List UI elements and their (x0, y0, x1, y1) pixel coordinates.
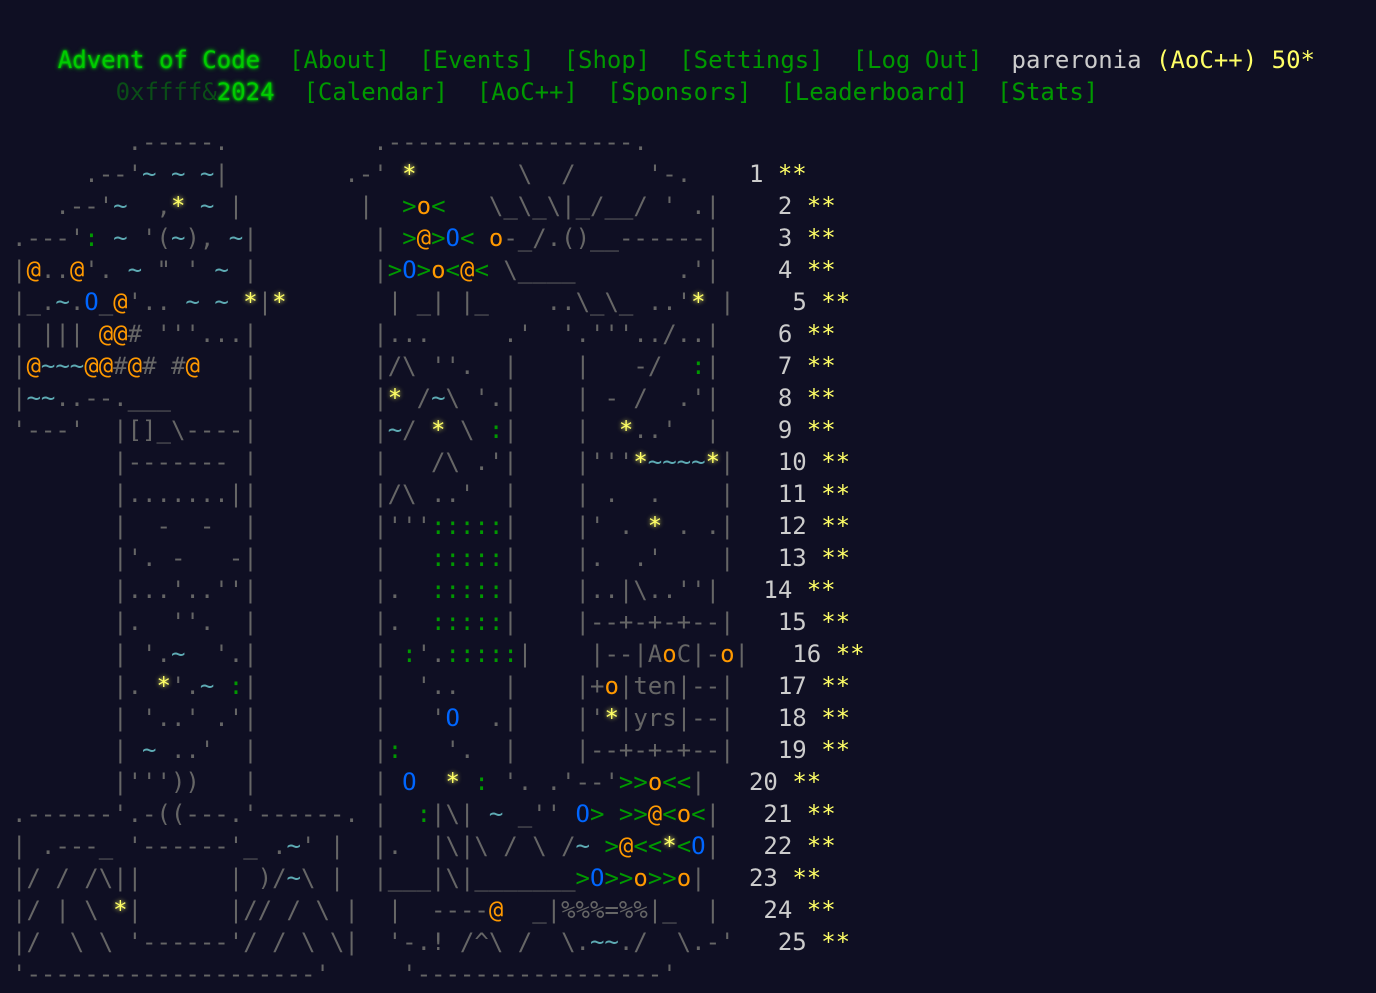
day-stars: ** (806, 576, 836, 604)
day-stars: ** (806, 320, 836, 348)
day-number: 5 (777, 288, 822, 316)
day-stars: ** (835, 640, 865, 668)
calendar-day-13[interactable]: |'. - -| | :::::| |. .' | 13 ** (12, 542, 865, 574)
calendar-day-8[interactable]: |~~..--.___ | |* /~\ '.| | - / .'| 8 ** (12, 382, 865, 414)
calendar-day-3[interactable]: .---': ~ '(~), ~| | >@>O< o-_/.()__-----… (12, 222, 865, 254)
day-number: 10 (777, 448, 822, 476)
day-stars: ** (806, 224, 836, 252)
day-number: 22 (763, 832, 807, 860)
calendar-day-24[interactable]: |/ | \ *| |// / \ | | ----@ _|%%%=%%|_ |… (12, 894, 865, 926)
day-number: 6 (763, 320, 807, 348)
calendar-day-15[interactable]: |. ''. | |. :::::| |--+-+-+--| 15 ** (12, 606, 865, 638)
day-stars: ** (821, 480, 851, 508)
calendar-day-17[interactable]: |. *'.~ :| | '.. | |+o|ten|--| 17 ** (12, 670, 865, 702)
calendar-day-19[interactable]: | ~ ..' | |: '. | |--+-+-+--| 19 ** (12, 734, 865, 766)
day-stars: ** (777, 160, 807, 188)
calendar-day-23[interactable]: |/ / /\|| | )/~\ | |___|\|_______>O>>o>>… (12, 862, 865, 894)
day-number: 8 (763, 384, 807, 412)
calendar-day-10[interactable]: |------- | | /\ .'| |'''*~~~~*| 10 ** (12, 446, 865, 478)
day-number: 23 (748, 864, 793, 892)
aocpp-badge: (AoC++) (1156, 46, 1258, 74)
calendar-day-2[interactable]: .--'~ ,* ~ | | >o< \_\_\|_/__/ ' .| 2 ** (12, 190, 865, 222)
day-stars: ** (806, 800, 836, 828)
day-number: 7 (763, 352, 807, 380)
day-number: 1 (734, 160, 778, 188)
day-number: 16 (792, 640, 836, 668)
day-stars: ** (806, 384, 836, 412)
day-stars: ** (806, 256, 836, 284)
calendar-day-18[interactable]: | '..' .'| | 'O .| |'*|yrs|--| 18 ** (12, 702, 865, 734)
day-stars: ** (792, 768, 822, 796)
day-number: 2 (763, 192, 807, 220)
year-link[interactable]: 2024 (217, 78, 275, 106)
day-number: 9 (763, 416, 807, 444)
day-number: 19 (777, 736, 822, 764)
day-stars: ** (821, 608, 851, 636)
day-number: 25 (777, 928, 822, 956)
calendar-day-20[interactable]: |''')) | | O * : '. .'--'>>o<<| 20 ** (12, 766, 865, 798)
day-number: 15 (777, 608, 822, 636)
star-count: 50* (1271, 46, 1315, 74)
calendar-day-7[interactable]: |@~~~@@#@# #@ | |/\ ''. | | -/ :| 7 ** (12, 350, 865, 382)
nav-sponsors[interactable]: [Sponsors] (607, 78, 752, 106)
day-stars: ** (806, 192, 836, 220)
day-stars: ** (792, 864, 822, 892)
day-stars: ** (806, 832, 836, 860)
day-number: 17 (777, 672, 822, 700)
day-stars: ** (821, 704, 851, 732)
day-number: 20 (748, 768, 793, 796)
day-number: 11 (777, 480, 822, 508)
day-stars: ** (821, 448, 851, 476)
calendar-day-4[interactable]: |@..@'. ~ " ' ~ | |>O>o<@< \____ .'| 4 *… (12, 254, 865, 286)
calendar-day-1[interactable]: .--'~ ~ ~| .-' * \ / '-. 1 ** (12, 158, 865, 190)
day-stars: ** (821, 672, 851, 700)
calendar-art-row: '--------------------' '----------------… (12, 960, 764, 988)
calendar-day-25[interactable]: |/ \ \ '------'/ / \ \| '-.! /^\ / \.~~.… (12, 926, 865, 958)
day-number: 12 (777, 512, 822, 540)
nav-aocpp[interactable]: [AoC++] (477, 78, 578, 106)
nav-leaderboard[interactable]: [Leaderboard] (780, 78, 968, 106)
day-stars: ** (821, 288, 851, 316)
year-prefix: 0xffff& (115, 78, 217, 106)
day-number: 18 (777, 704, 822, 732)
calendar-day-22[interactable]: | .---_ '------'_ .~' | |. |\|\ / \ /~ >… (12, 830, 865, 862)
calendar-day-9[interactable]: '---' |[]_\----| |~/ * \ :| | *..' | 9 *… (12, 414, 865, 446)
day-stars: ** (806, 896, 836, 924)
calendar-day-14[interactable]: |...'..''| |. :::::| |..|\..''| 14 ** (12, 574, 865, 606)
day-number: 3 (763, 224, 807, 252)
day-stars: ** (806, 352, 836, 380)
day-stars: ** (821, 928, 851, 956)
calendar-day-6[interactable]: | ||| @@# '''...| |... .' '.'''../..| 6 … (12, 318, 865, 350)
calendar-day-21[interactable]: .------'.-((---.'------. | :|\| ~ _'' O>… (12, 798, 865, 830)
day-number: 21 (763, 800, 807, 828)
calendar-day-16[interactable]: | '.~ '.| | :'.:::::| |--|AoC|-o| 16 ** (12, 638, 865, 670)
calendar-art: .-----. .-----------------. .--'~ ~ ~| .… (12, 126, 865, 990)
day-number: 14 (763, 576, 807, 604)
day-number: 4 (763, 256, 807, 284)
calendar-day-11[interactable]: |.......|| |/\ ..' | | . . | 11 ** (12, 478, 865, 510)
day-stars: ** (821, 544, 851, 572)
day-number: 24 (763, 896, 807, 924)
calendar-art-row: .-----. .-----------------. (12, 128, 721, 156)
day-number: 13 (777, 544, 822, 572)
day-stars: ** (821, 512, 851, 540)
calendar-day-12[interactable]: | - - | |''':::::| |' . * . .| 12 ** (12, 510, 865, 542)
day-stars: ** (806, 416, 836, 444)
calendar-day-5[interactable]: |_.~.O_@'.. ~ ~ *|* | _| |_ ..\_\_ ..'* … (12, 286, 865, 318)
day-stars: ** (821, 736, 851, 764)
nav-stats[interactable]: [Stats] (997, 78, 1098, 106)
nav-calendar[interactable]: [Calendar] (303, 78, 448, 106)
